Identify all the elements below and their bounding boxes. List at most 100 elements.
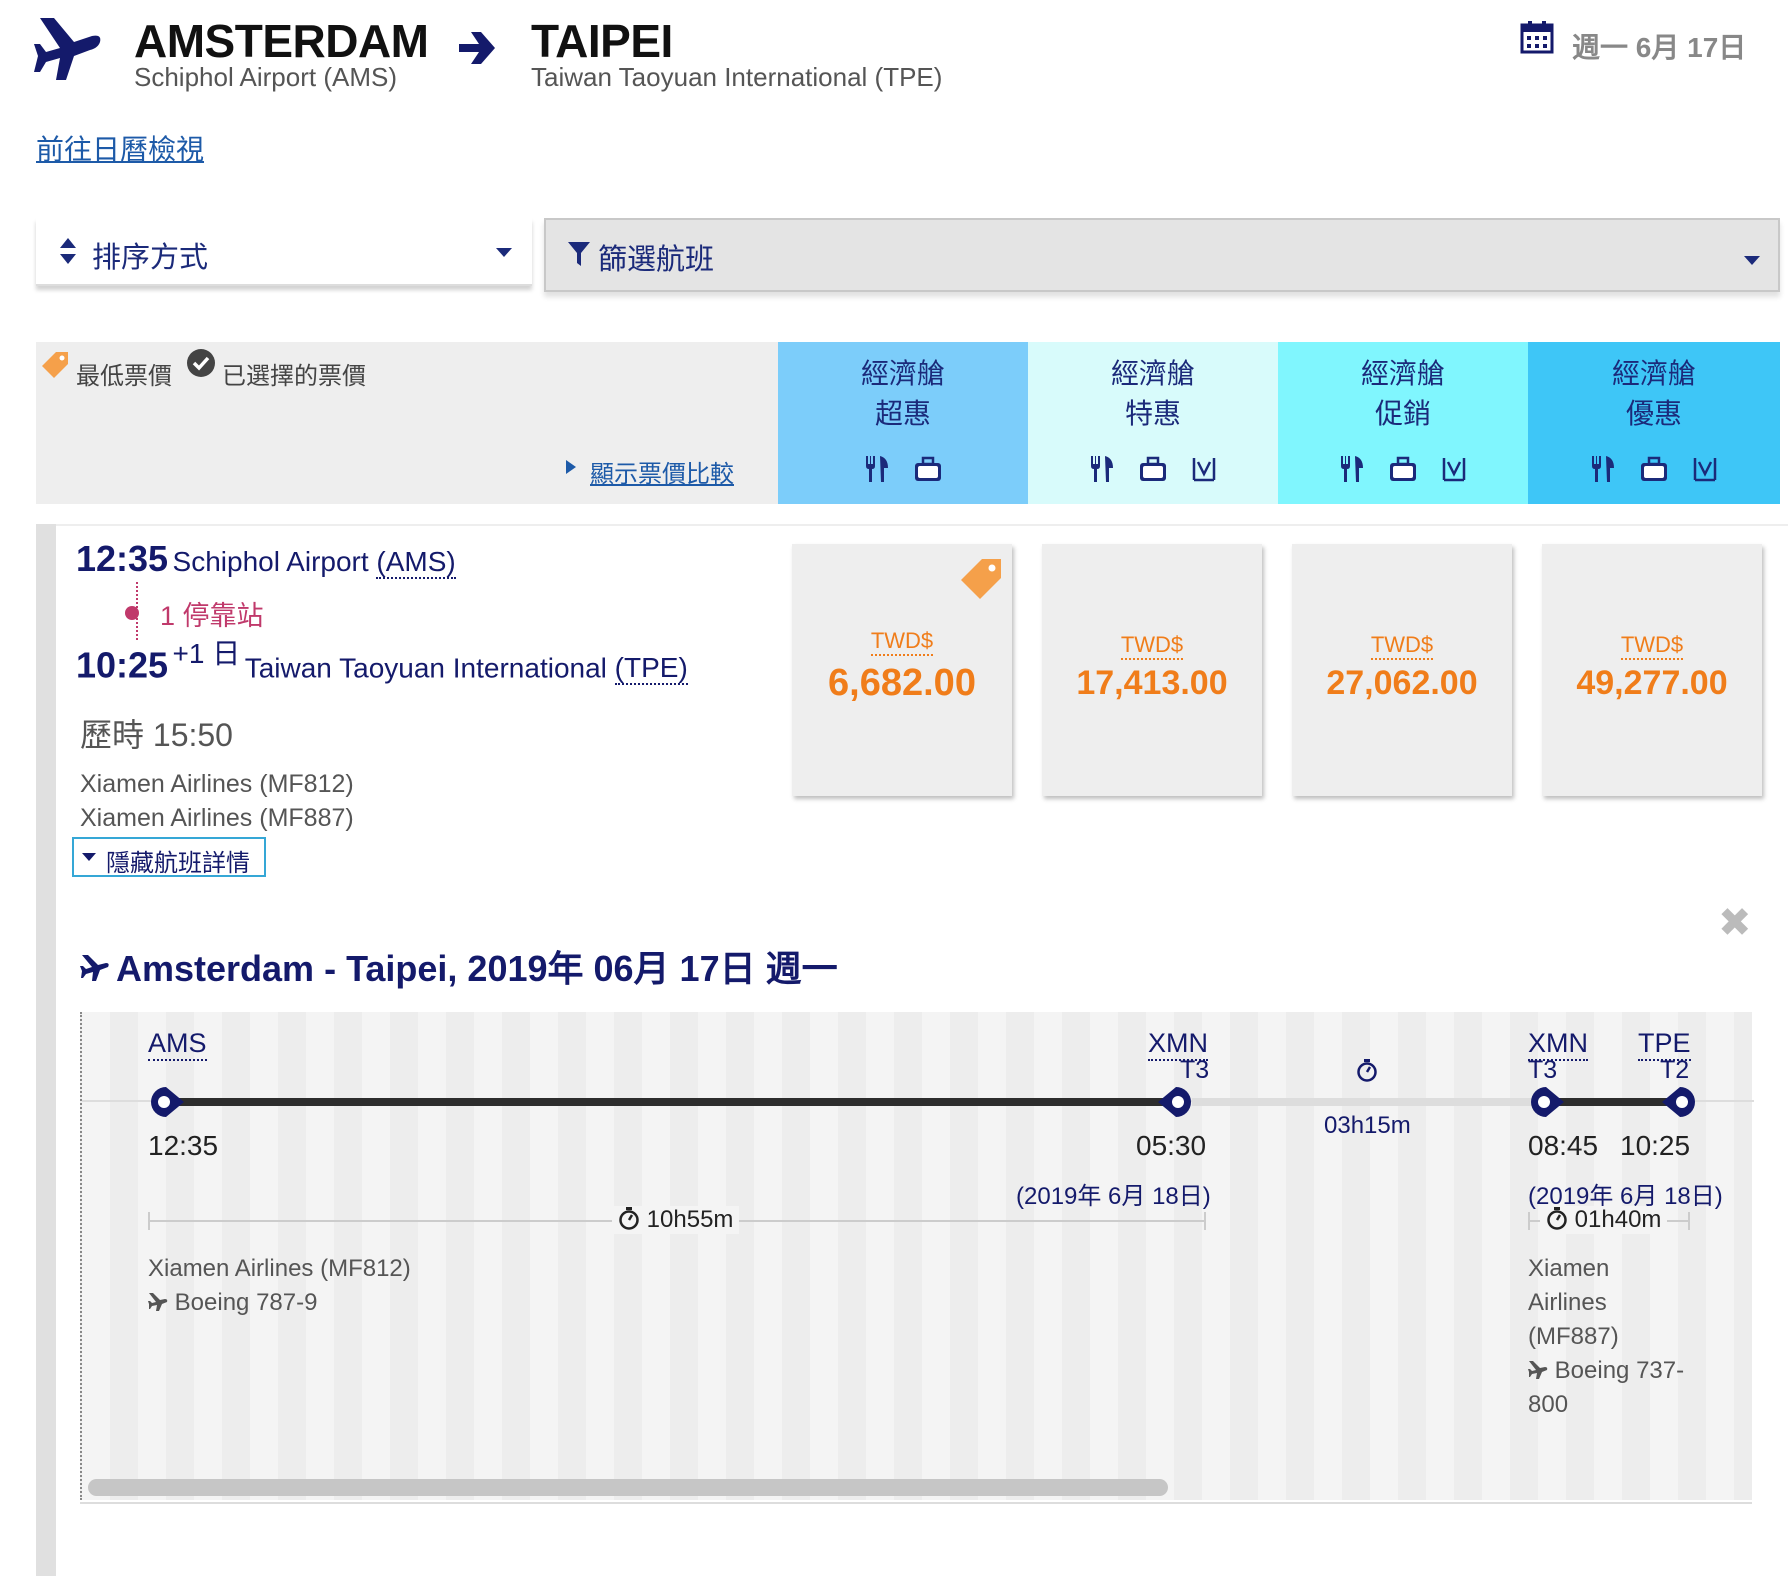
departure-marker-icon [151, 1087, 184, 1117]
sort-label: 排序方式 [92, 242, 209, 274]
segment2-duration-text: 01h40m [1574, 1206, 1662, 1233]
departure-code[interactable]: (AMS) [376, 546, 456, 579]
flight-duration: 歷時 15:50 [80, 717, 233, 753]
airplane-small-icon [148, 1293, 168, 1311]
fare-type: 超惠 [874, 398, 931, 429]
segment2-airline-line3: (MF887) [1528, 1323, 1619, 1350]
fare-class: 經濟艙 [1360, 358, 1445, 389]
stopwatch-icon [619, 1207, 639, 1230]
caret-right-icon [566, 460, 576, 474]
arrival-code[interactable]: (TPE) [614, 652, 688, 686]
tick [148, 1212, 150, 1230]
segment2-aircraft-line1: Boeing 737- [1554, 1357, 1685, 1384]
meal-icon [1091, 456, 1113, 482]
travel-date: 週一 6月 17日 [1572, 32, 1747, 63]
fare-column-promo[interactable]: 經濟艙 促銷 [1278, 342, 1528, 504]
origin-city: AMSTERDAM [134, 15, 429, 67]
stopwatch-icon [1547, 1207, 1567, 1230]
segment2-origin-terminal: T3 [1528, 1056, 1558, 1084]
airline-segment-2: Xiamen Airlines (MF887) [80, 804, 354, 832]
price-currency: TWD$ [1120, 632, 1184, 660]
seat-icon [1442, 458, 1466, 482]
chevron-down-icon [496, 248, 512, 257]
hide-flight-details-button[interactable]: 隱藏航班詳情 [72, 837, 266, 877]
legend-lowest: 最低票價 [76, 363, 172, 390]
fare-column-special[interactable]: 經濟艙 特惠 [1028, 342, 1278, 504]
airline-segment-1: Xiamen Airlines (MF812) [80, 770, 354, 798]
baggage-icon [915, 456, 941, 481]
segment2-departure-time: 08:45 [1528, 1130, 1599, 1161]
timeline-bottom-border [80, 1502, 1752, 1504]
tick [1528, 1212, 1530, 1230]
fare-type: 促銷 [1374, 398, 1431, 429]
horizontal-scrollbar-thumb[interactable] [88, 1479, 1168, 1496]
segment2-airline: Xiamen Airlines (MF887) Boeing 737- 800 [1528, 1252, 1684, 1422]
show-fare-comparison-link[interactable]: 顯示票價比較 [590, 454, 734, 489]
price-currency: TWD$ [1620, 632, 1684, 660]
meal-icon [1341, 456, 1363, 482]
lowest-price-tag-icon [961, 559, 1001, 599]
segment1-arrival-time: 05:30 [1136, 1130, 1207, 1161]
segment1-aircraft: Boeing 787-9 [148, 1286, 317, 1320]
dest-airport: Taiwan Taoyuan International (TPE) [531, 62, 943, 92]
price-tag-icon [42, 352, 68, 378]
fare-legend-panel: 最低票價 已選擇的票價 顯示票價比較 [36, 342, 778, 504]
arrival-day-offset: +1 日 [172, 638, 241, 669]
tick [1688, 1212, 1690, 1230]
filter-dropdown[interactable]: 篩選航班 [544, 218, 1780, 292]
legend-selected: 已選擇的票價 [222, 363, 366, 390]
fare-column-super-saver[interactable]: 經濟艙 超惠 [778, 342, 1028, 504]
seat-icon [1693, 458, 1717, 482]
price-card-discount[interactable]: TWD$ 49,277.00 [1542, 544, 1762, 796]
segment2-airline-line1: Xiamen [1528, 1255, 1610, 1282]
stopwatch-icon [1357, 1059, 1377, 1082]
price-card-promo[interactable]: TWD$ 27,062.00 [1292, 544, 1512, 796]
fare-class: 經濟艙 [860, 358, 945, 389]
itinerary-timeline[interactable]: AMS XMN T3 12:35 05:30 (2019年 6月 18日) 10… [80, 1012, 1754, 1500]
filter-icon [568, 242, 590, 266]
sort-icon [60, 238, 76, 264]
close-details-button[interactable]: ✖ [1718, 900, 1752, 946]
airplane-icon [34, 18, 101, 80]
segment1-flight-line [162, 1098, 1172, 1106]
fare-class: 經濟艙 [1110, 358, 1195, 389]
flight-card-divider [56, 524, 1788, 526]
arrow-right-icon [459, 32, 495, 64]
fare-type: 優惠 [1625, 398, 1682, 429]
meal-icon [1592, 456, 1614, 482]
segment1-departure-time: 12:35 [148, 1130, 219, 1161]
price-amount: 17,413.00 [1076, 664, 1228, 702]
fare-column-discount[interactable]: 經濟艙 優惠 [1528, 342, 1780, 504]
seat-icon [1192, 458, 1216, 482]
layover-duration: 03h15m [1324, 1112, 1411, 1139]
departure-airport: Schiphol Airport [172, 546, 377, 577]
sort-dropdown[interactable]: 排序方式 [36, 218, 532, 286]
arrival-airport: Taiwan Taoyuan International [244, 652, 615, 684]
segment1-aircraft-text: Boeing 787-9 [174, 1289, 318, 1316]
departure-time: 12:35 [76, 538, 169, 579]
tick [1204, 1212, 1206, 1230]
price-card-special[interactable]: TWD$ 17,413.00 [1042, 544, 1262, 796]
departure-row: 12:35 Schiphol Airport (AMS) [76, 538, 456, 580]
segment1-origin-code[interactable]: AMS [148, 1028, 207, 1061]
calendar-view-link[interactable]: 前往日曆檢視 [36, 128, 204, 168]
filter-label: 篩選航班 [598, 244, 715, 276]
baggage-icon [1641, 456, 1667, 481]
arrival-row: 10:25 +1 日 Taiwan Taoyuan International … [76, 638, 688, 686]
segment2-airline-line2: Airlines [1528, 1289, 1607, 1316]
chevron-down-icon [82, 853, 96, 861]
origin-airport: Schiphol Airport (AMS) [134, 62, 397, 92]
stop-dot [125, 606, 139, 620]
price-amount: 49,277.00 [1576, 664, 1728, 702]
check-circle-icon [187, 349, 215, 377]
dest-city: TAIPEI [531, 15, 673, 67]
price-card-super-saver[interactable]: TWD$ 6,682.00 [792, 544, 1012, 796]
fare-type: 特惠 [1124, 398, 1181, 429]
calendar-icon[interactable] [1520, 20, 1554, 54]
baggage-icon [1390, 456, 1416, 481]
detail-title-text: Amsterdam - Taipei, 2019年 06月 17日 週一 [116, 948, 838, 989]
segment2-destination-terminal: T2 [1660, 1056, 1690, 1084]
airplane-icon [80, 955, 109, 981]
arrival-marker-icon [1662, 1087, 1695, 1117]
segment2-aircraft-line2: 800 [1528, 1391, 1569, 1418]
